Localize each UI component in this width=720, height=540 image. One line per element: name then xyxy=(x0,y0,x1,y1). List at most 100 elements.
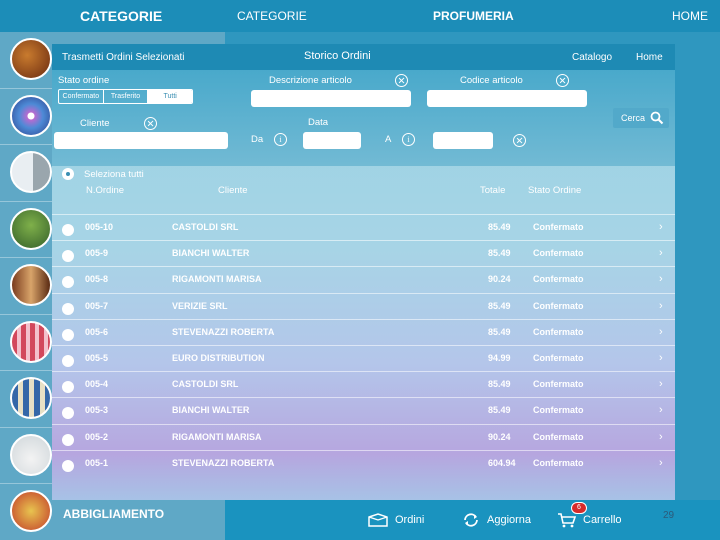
chevron-right-icon[interactable]: › xyxy=(659,221,663,233)
table-row[interactable]: 005-8 RIGAMONTI MARISA 90.24 Confermato … xyxy=(52,266,675,292)
panel-home-link[interactable]: Home xyxy=(636,52,663,63)
order-status: Confermato xyxy=(533,300,584,311)
page-number: 29 xyxy=(663,510,675,521)
refresh-icon xyxy=(464,513,478,527)
select-all-label: Seleziona tutti xyxy=(84,168,144,180)
order-customer: EURO DISTRIBUTION xyxy=(172,352,265,363)
select-all-radio[interactable] xyxy=(62,168,74,180)
col-status: Stato Ordine xyxy=(528,185,582,196)
order-total: 85.49 xyxy=(488,300,511,311)
clear-customer-icon[interactable] xyxy=(144,117,157,130)
order-id: 005-8 xyxy=(85,274,109,285)
order-total: 85.49 xyxy=(488,379,511,390)
bottom-toolbar: Ordini Aggiorna Carrello 6 29 xyxy=(225,500,720,540)
customer-input[interactable] xyxy=(54,132,228,149)
cart-button[interactable]: Carrello xyxy=(557,512,622,528)
clear-date-icon[interactable] xyxy=(513,134,526,147)
row-select-radio[interactable] xyxy=(62,224,74,236)
gifts-icon xyxy=(10,490,52,532)
row-select-radio[interactable] xyxy=(62,381,74,394)
order-status: Confermato xyxy=(533,352,584,363)
orders-table: 005-10 CASTOLDI SRL 85.49 Confermato › 0… xyxy=(52,214,675,476)
chevron-right-icon[interactable]: › xyxy=(659,378,663,390)
clear-description-icon[interactable] xyxy=(395,74,408,87)
clear-code-icon[interactable] xyxy=(556,74,569,87)
table-row[interactable]: 005-6 STEVENAZZI ROBERTA 85.49 Confermat… xyxy=(52,318,675,345)
cart-count-badge: 6 xyxy=(571,502,587,514)
chevron-right-icon[interactable]: › xyxy=(659,326,663,338)
select-all[interactable]: Seleziona tutti xyxy=(62,168,144,180)
table-row[interactable]: 005-7 VERIZIE SRL 85.49 Confermato › xyxy=(52,292,675,319)
date-to-input[interactable] xyxy=(433,132,493,149)
order-status: Confermato xyxy=(533,222,584,232)
table-row[interactable]: 005-9 BIANCHI WALTER 85.49 Confermato › xyxy=(52,240,675,266)
order-total: 85.49 xyxy=(488,326,511,337)
table-row[interactable]: 005-1 STEVENAZZI ROBERTA 604.94 Conferma… xyxy=(52,449,675,476)
page-title: PROFUMERIA xyxy=(433,9,514,23)
order-customer: CASTOLDI SRL xyxy=(172,379,239,390)
top-categories-link[interactable]: CATEGORIE xyxy=(237,9,307,23)
order-id: 005-1 xyxy=(85,457,109,468)
orders-button[interactable]: Ordini xyxy=(367,512,424,528)
order-customer: RIGAMONTI MARISA xyxy=(172,431,262,442)
description-label: Descrizione articolo xyxy=(269,75,352,86)
order-customer: BIANCHI WALTER xyxy=(172,405,250,416)
table-row[interactable]: 005-5 EURO DISTRIBUTION 94.99 Confermato… xyxy=(52,344,675,371)
order-total: 94.99 xyxy=(488,352,511,363)
order-customer: CASTOLDI SRL xyxy=(172,222,239,232)
table-row[interactable]: 005-3 BIANCHI WALTER 85.49 Confermato › xyxy=(52,397,675,423)
row-select-radio[interactable] xyxy=(62,407,74,420)
order-id: 005-5 xyxy=(85,352,109,363)
order-status: Confermato xyxy=(533,431,584,442)
row-select-radio[interactable] xyxy=(62,276,74,289)
row-select-radio[interactable] xyxy=(62,302,74,315)
to-info-icon[interactable]: i xyxy=(402,133,415,146)
chevron-right-icon[interactable]: › xyxy=(659,457,663,469)
order-status: Confermato xyxy=(533,248,584,259)
filters-section: Stato ordine Confermato Trasferito Tutti… xyxy=(52,70,675,166)
wine-glass-icon xyxy=(10,433,52,476)
status-option-all[interactable]: Tutti xyxy=(148,90,192,103)
date-from-input[interactable] xyxy=(303,132,361,149)
top-bar: CATEGORIE PROFUMERIA HOME xyxy=(225,0,720,32)
from-info-icon[interactable]: i xyxy=(274,133,287,146)
order-customer: RIGAMONTI MARISA xyxy=(172,274,262,285)
order-customer: STEVENAZZI ROBERTA xyxy=(172,326,275,337)
orders-label: Ordini xyxy=(395,514,425,526)
search-button[interactable]: Cerca xyxy=(613,108,669,128)
chevron-right-icon[interactable]: › xyxy=(659,273,663,285)
cd-disc-icon xyxy=(10,94,52,137)
refresh-button[interactable]: Aggiorna xyxy=(461,512,531,528)
row-select-radio[interactable] xyxy=(62,354,74,367)
col-total: Totale xyxy=(480,185,506,196)
refresh-label: Aggiorna xyxy=(487,514,532,526)
row-select-radio[interactable] xyxy=(62,459,74,472)
home-link[interactable]: HOME xyxy=(672,9,708,23)
search-icon xyxy=(650,111,664,125)
order-status: Confermato xyxy=(533,379,584,390)
cart-label: Carrello xyxy=(583,514,622,526)
chevron-right-icon[interactable]: › xyxy=(659,431,663,443)
order-total: 90.24 xyxy=(488,431,511,442)
chevron-right-icon[interactable]: › xyxy=(659,404,663,416)
search-button-label: Cerca xyxy=(621,113,646,123)
row-select-radio[interactable] xyxy=(62,433,74,446)
table-row[interactable]: 005-4 CASTOLDI SRL 85.49 Confermato › xyxy=(52,371,675,397)
appliance-icon xyxy=(10,151,52,193)
status-option-transferred[interactable]: Trasferito xyxy=(104,90,149,103)
catalog-link[interactable]: Catalogo xyxy=(572,52,612,63)
chevron-right-icon[interactable]: › xyxy=(659,352,663,364)
row-select-radio[interactable] xyxy=(62,250,74,263)
table-row[interactable]: 005-10 CASTOLDI SRL 85.49 Confermato › xyxy=(52,214,675,240)
order-id: 005-9 xyxy=(85,248,109,259)
description-input[interactable] xyxy=(251,90,411,107)
status-option-confirmed[interactable]: Confermato xyxy=(59,90,104,103)
to-label: A xyxy=(385,134,392,145)
transmit-selected-button[interactable]: Trasmetti Ordini Selezionati xyxy=(62,52,184,63)
code-input[interactable] xyxy=(427,90,587,107)
chevron-right-icon[interactable]: › xyxy=(659,247,663,259)
row-select-radio[interactable] xyxy=(62,328,74,341)
chevron-right-icon[interactable]: › xyxy=(659,300,663,312)
table-row[interactable]: 005-2 RIGAMONTI MARISA 90.24 Confermato … xyxy=(52,423,675,450)
sidebar-header: CATEGORIE xyxy=(0,0,225,32)
